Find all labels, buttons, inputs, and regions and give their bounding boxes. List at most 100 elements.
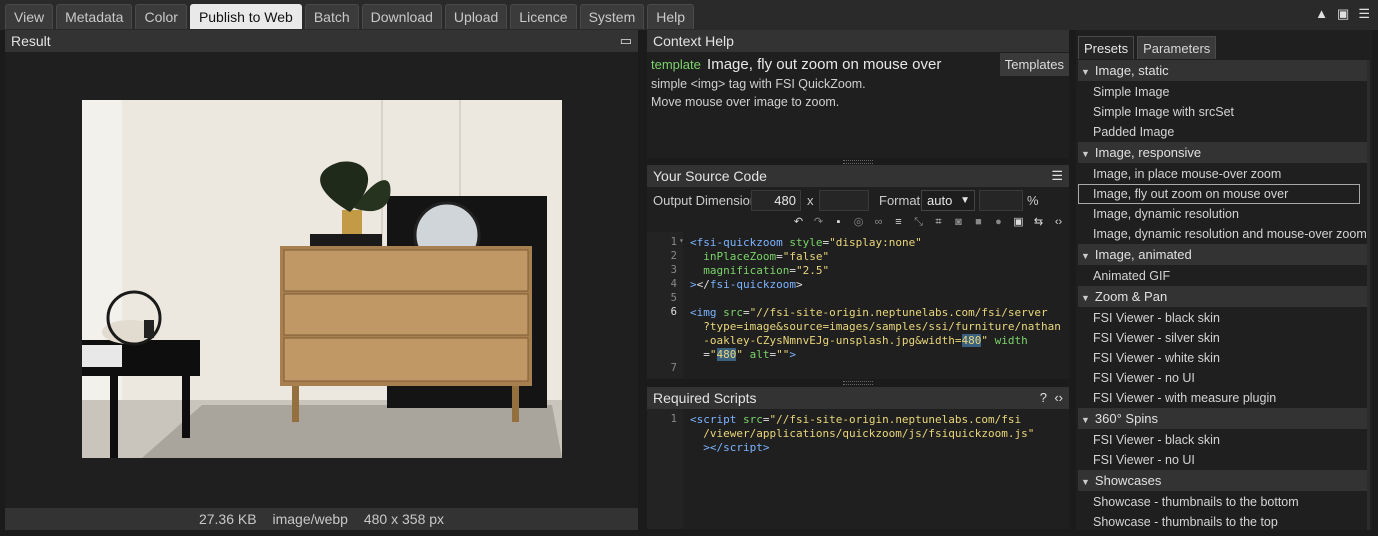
menu-icon[interactable]: ☰: [1358, 7, 1370, 21]
preset-item[interactable]: Image, dynamic resolution and mouse-over…: [1078, 224, 1367, 244]
preset-item[interactable]: FSI Viewer - no UI: [1078, 368, 1367, 388]
preset-item[interactable]: Image, dynamic resolution: [1078, 204, 1367, 224]
tab-licence[interactable]: Licence: [510, 4, 577, 29]
preset-group-header[interactable]: ▼ Image, static: [1078, 60, 1367, 81]
preset-item[interactable]: FSI Viewer - silver skin: [1078, 328, 1367, 348]
help-icon[interactable]: ?: [1040, 387, 1047, 409]
output-width-input[interactable]: 480: [751, 190, 801, 211]
code-token: /viewer/applications/quickzoom/js/fsiqui…: [690, 427, 1035, 440]
templates-button[interactable]: Templates: [999, 53, 1069, 76]
code-token: =: [690, 348, 710, 361]
preset-group-name: 360° Spins: [1094, 411, 1158, 426]
code-line: ?type=image&source=images/samples/ssi/fu…: [690, 320, 1061, 334]
link-icon[interactable]: ∞: [872, 216, 885, 229]
preset-group-header[interactable]: ▼ Zoom & Pan: [1078, 286, 1367, 307]
preset-item[interactable]: Image, fly out zoom on mouse over: [1078, 184, 1360, 204]
tab-presets[interactable]: Presets: [1078, 36, 1135, 59]
preset-item[interactable]: FSI Viewer - black skin: [1078, 308, 1367, 328]
tab-color[interactable]: Color: [135, 4, 187, 29]
maximize-panel-icon[interactable]: ▭: [620, 30, 632, 52]
image-dimensions: 480 x 358 px: [363, 511, 445, 527]
presets-tabs: Presets Parameters: [1078, 36, 1217, 59]
percent-sign: %: [1027, 193, 1039, 208]
palette-icon[interactable]: ●: [992, 216, 1005, 229]
context-help-title: Context Help: [653, 33, 734, 49]
resize-grip[interactable]: [843, 381, 873, 385]
code-icon[interactable]: ‹›: [1054, 387, 1063, 409]
output-height-input[interactable]: [819, 190, 869, 211]
preset-item[interactable]: FSI Viewer - no UI: [1078, 450, 1367, 470]
template-heading: template Image, fly out zoom on mouse ov…: [651, 56, 941, 73]
source-code-header: Your Source Code ☰: [647, 165, 1069, 187]
tab-publish-to-web[interactable]: Publish to Web: [189, 4, 302, 29]
preset-item[interactable]: FSI Viewer - white skin: [1078, 348, 1367, 368]
required-scripts-editor[interactable]: 1 <script src="//fsi-site-origin.neptunel…: [647, 409, 1069, 529]
preset-item[interactable]: FSI Viewer - black skin: [1078, 430, 1367, 450]
adjust-icon[interactable]: ≡: [892, 216, 905, 229]
code-token: ": [736, 348, 743, 361]
help-description-1: simple <img> tag with FSI QuickZoom.: [651, 77, 866, 91]
preset-item[interactable]: Showcase - thumbnails to the top: [1078, 512, 1367, 530]
presets-panel: Presets Parameters ▼ Image, static Simple I…: [1076, 30, 1372, 530]
tab-parameters[interactable]: Parameters: [1137, 36, 1217, 59]
tab-metadata[interactable]: Metadata: [56, 4, 133, 29]
target-icon[interactable]: ◎: [852, 216, 865, 229]
format-select[interactable]: auto ▼: [921, 190, 975, 211]
crop-icon[interactable]: ⌗: [932, 216, 945, 229]
source-menu-icon[interactable]: ☰: [1051, 165, 1063, 187]
collapse-up-icon[interactable]: ▲: [1315, 7, 1328, 21]
tab-view[interactable]: View: [5, 4, 54, 29]
tab-help[interactable]: Help: [647, 4, 695, 29]
preset-group-header[interactable]: ▼ 360° Spins: [1078, 408, 1367, 429]
triangle-down-icon: ▼: [1081, 477, 1090, 487]
source-code-editor[interactable]: 1 ▾ <fsi-quickzoom style="display:none" 2 i…: [647, 232, 1069, 378]
result-preview-image[interactable]: [82, 100, 562, 458]
code-token: <fsi-quickzoom: [690, 236, 790, 249]
fold-chevron-icon[interactable]: ▾: [679, 236, 687, 245]
undo-icon[interactable]: ↶: [792, 216, 805, 229]
line-number: 6: [670, 306, 677, 318]
triangle-down-icon: ▼: [1081, 293, 1090, 303]
preset-group-header[interactable]: ▼ Showcases: [1078, 470, 1367, 491]
preset-item[interactable]: Animated GIF: [1078, 266, 1367, 286]
code-icon[interactable]: ‹›: [1052, 216, 1065, 229]
redo-icon[interactable]: ↷: [812, 216, 825, 229]
line-number: 3: [670, 264, 677, 276]
preset-item[interactable]: Image, in place mouse-over zoom: [1078, 164, 1367, 184]
maximize-icon[interactable]: ▣: [1337, 7, 1349, 21]
preset-item[interactable]: Simple Image: [1078, 82, 1367, 102]
preset-item[interactable]: Padded Image: [1078, 122, 1367, 142]
tab-upload[interactable]: Upload: [444, 4, 508, 29]
tab-batch[interactable]: Batch: [304, 4, 359, 29]
code-token: <script: [690, 413, 743, 426]
camera-icon[interactable]: ◙: [952, 216, 965, 229]
preset-group-header[interactable]: ▼ Image, animated: [1078, 244, 1367, 265]
context-help-panel: Context Help template Image, fly out zoo…: [647, 30, 1069, 164]
embed-icon[interactable]: ▣: [1012, 216, 1025, 229]
presets-scrollbar[interactable]: [1367, 60, 1370, 530]
preset-item[interactable]: FSI Viewer - with measure plugin: [1078, 388, 1367, 408]
folder-icon[interactable]: ■: [972, 216, 985, 229]
resize-icon[interactable]: ⤡: [912, 216, 925, 229]
code-token: <img: [690, 306, 724, 319]
preset-item[interactable]: Showcase - thumbnails to the bottom: [1078, 492, 1367, 512]
line-number: 5: [670, 292, 677, 304]
delete-icon[interactable]: ▪: [832, 216, 845, 229]
triangle-down-icon: ▼: [1081, 415, 1090, 425]
code-toolbar: ↶ ↷ ▪ ◎ ∞ ≡ ⤡ ⌗ ◙ ■ ● ▣ ⇆ ‹›: [792, 214, 1065, 230]
result-panel-title: Result: [11, 33, 51, 49]
tab-download[interactable]: Download: [361, 4, 442, 29]
tab-system[interactable]: System: [579, 4, 645, 29]
resize-grip[interactable]: [843, 160, 873, 164]
code-line: ></fsi-quickzoom>: [690, 278, 803, 292]
code-token: magnification: [703, 264, 790, 277]
preset-group-header[interactable]: ▼ Image, responsive: [1078, 142, 1367, 163]
source-code-title: Your Source Code: [653, 168, 767, 184]
preset-item[interactable]: Simple Image with srcSet: [1078, 102, 1367, 122]
dimension-separator: x: [807, 193, 814, 208]
code-expand-icon[interactable]: ⇆: [1032, 216, 1045, 229]
code-token: ?type=image&source=images/samples/ssi/fu…: [690, 320, 1061, 333]
quality-percent-input[interactable]: [979, 190, 1023, 211]
required-scripts-header: Required Scripts ? ‹›: [647, 387, 1069, 409]
